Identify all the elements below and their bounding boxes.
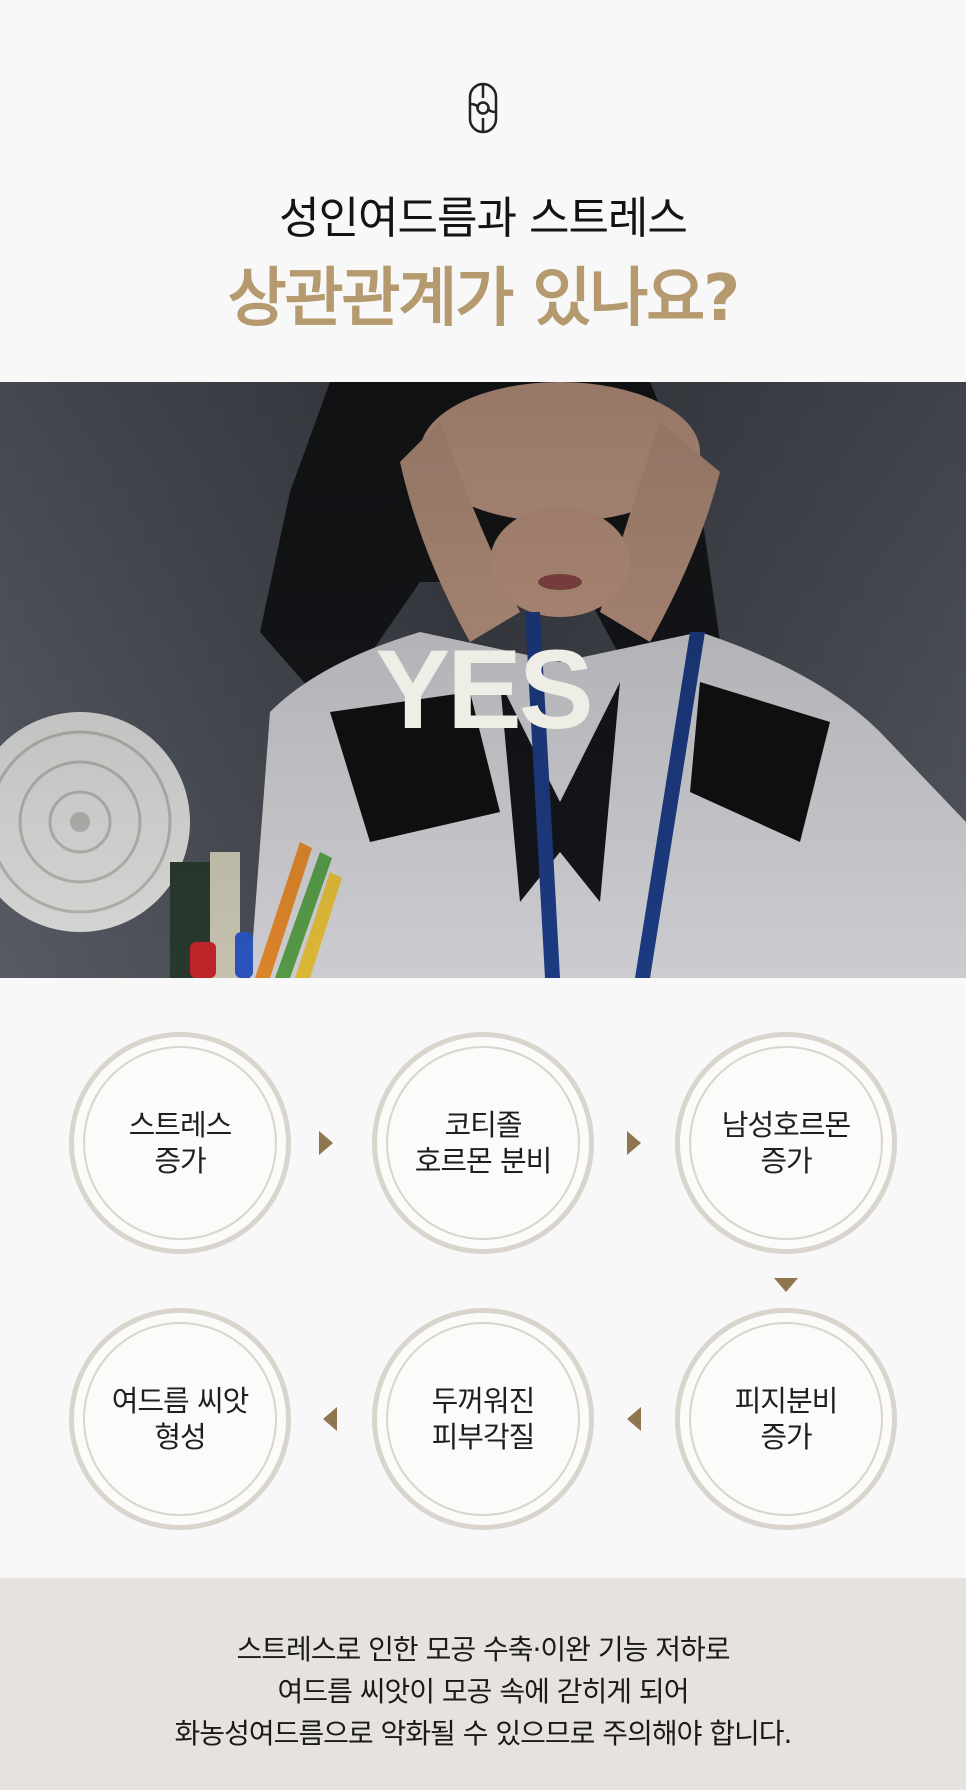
flow-step-label: 스트레스 bbox=[128, 1108, 233, 1142]
flow-step-5: 두꺼워진 피부각질 bbox=[372, 1308, 594, 1530]
brand-emblem-icon bbox=[468, 82, 498, 134]
flow-step-label: 증가 bbox=[154, 1144, 206, 1178]
flow-step-label: 남성호르몬 bbox=[721, 1108, 851, 1142]
summary-line-3: 화농성여드름으로 악화될 수 있으므로 주의해야 합니다. bbox=[174, 1717, 793, 1750]
page-question: 상관관계가 있나요? bbox=[227, 262, 740, 336]
arrow-left-icon bbox=[323, 1407, 337, 1431]
flow-step-label: 증가 bbox=[760, 1420, 812, 1454]
page: 성인여드름과 스트레스 상관관계가 있나요? YES 스트레스 증가 코티졸 호… bbox=[0, 0, 966, 1790]
flow-step-4: 피지분비 증가 bbox=[675, 1308, 897, 1530]
arrow-right-icon bbox=[319, 1131, 333, 1155]
flow-step-label: 두꺼워진 bbox=[431, 1384, 536, 1418]
arrow-left-icon bbox=[627, 1407, 641, 1431]
summary-line-1: 스트레스로 인한 모공 수축·이완 기능 저하로 bbox=[236, 1633, 730, 1666]
flow-step-1: 스트레스 증가 bbox=[69, 1032, 291, 1254]
flow-step-label: 증가 bbox=[760, 1144, 812, 1178]
flow-step-2: 코티졸 호르몬 분비 bbox=[372, 1032, 594, 1254]
acne-cause-flow: 스트레스 증가 코티졸 호르몬 분비 남성호르몬 증가 여드름 씨앗 형성 두꺼… bbox=[0, 978, 966, 1578]
header-section: 성인여드름과 스트레스 상관관계가 있나요? bbox=[0, 0, 966, 382]
flow-step-label: 여드름 씨앗 bbox=[111, 1384, 250, 1418]
summary-section: 스트레스로 인한 모공 수축·이완 기능 저하로 여드름 씨앗이 모공 속에 갇… bbox=[0, 1578, 966, 1790]
arrow-down-icon bbox=[774, 1278, 798, 1292]
summary-line-2: 여드름 씨앗이 모공 속에 갇히게 되어 bbox=[277, 1675, 690, 1708]
page-title: 성인여드름과 스트레스 bbox=[279, 193, 688, 244]
flow-step-label: 호르몬 분비 bbox=[414, 1144, 553, 1178]
flow-step-label: 피부각질 bbox=[431, 1420, 536, 1454]
arrow-right-icon bbox=[627, 1131, 641, 1155]
answer-yes: YES bbox=[375, 627, 593, 752]
flow-step-label: 형성 bbox=[154, 1420, 206, 1454]
flow-step-6: 여드름 씨앗 형성 bbox=[69, 1308, 291, 1530]
flow-step-label: 코티졸 bbox=[444, 1108, 522, 1142]
flow-step-3: 남성호르몬 증가 bbox=[675, 1032, 897, 1254]
flow-step-label: 피지분비 bbox=[734, 1384, 839, 1418]
